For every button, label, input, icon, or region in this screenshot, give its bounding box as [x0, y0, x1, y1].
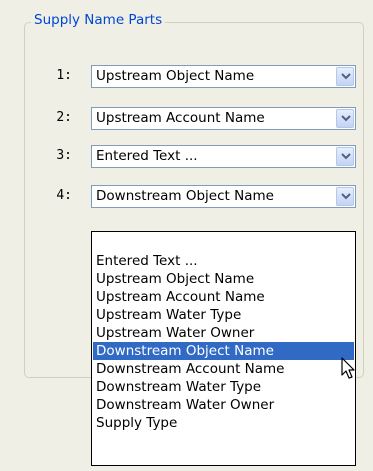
dropdown-option[interactable]: Entered Text ... — [93, 252, 354, 270]
dropdown-option[interactable]: Downstream Account Name — [93, 360, 354, 378]
row-number-1: 1: — [56, 68, 72, 83]
row-number-3: 3: — [56, 148, 72, 163]
row-number-2: 2: — [56, 110, 72, 125]
dropdown-option[interactable]: Upstream Water Owner — [93, 324, 354, 342]
dropdown-button-3[interactable] — [336, 147, 354, 166]
dropdown-option-selected[interactable]: Downstream Object Name — [93, 342, 354, 360]
name-part-4-value: Downstream Object Name — [96, 188, 274, 204]
chevron-down-icon — [341, 115, 351, 122]
name-part-3-combo[interactable]: Entered Text ... — [91, 145, 356, 168]
name-part-3-value: Entered Text ... — [96, 148, 198, 164]
chevron-down-icon — [341, 193, 351, 200]
dialog-panel: Supply Name Parts 1: Upstream Object Nam… — [0, 0, 373, 471]
mouse-pointer-icon — [341, 357, 355, 379]
dropdown-option[interactable]: Upstream Object Name — [93, 270, 354, 288]
name-part-2-combo[interactable]: Upstream Account Name — [91, 107, 356, 130]
dropdown-option[interactable]: Upstream Account Name — [93, 288, 354, 306]
dropdown-option[interactable]: Downstream Water Type — [93, 378, 354, 396]
dropdown-option-blank[interactable] — [93, 233, 354, 251]
name-part-4-combo[interactable]: Downstream Object Name — [91, 185, 356, 208]
group-title: Supply Name Parts — [31, 11, 166, 29]
dropdown-button-4[interactable] — [336, 187, 354, 206]
name-part-1-combo[interactable]: Upstream Object Name — [91, 65, 356, 88]
chevron-down-icon — [341, 73, 351, 80]
name-part-1-value: Upstream Object Name — [96, 68, 255, 84]
dropdown-button-2[interactable] — [336, 109, 354, 128]
chevron-down-icon — [341, 153, 351, 160]
dropdown-option[interactable]: Downstream Water Owner — [93, 396, 354, 414]
dropdown-option[interactable]: Supply Type — [93, 414, 354, 432]
dropdown-button-1[interactable] — [336, 67, 354, 86]
name-part-4-dropdown-list[interactable]: Entered Text ... Upstream Object Name Up… — [91, 231, 356, 466]
row-number-4: 4: — [56, 188, 72, 203]
name-part-2-value: Upstream Account Name — [96, 110, 265, 126]
dropdown-option[interactable]: Upstream Water Type — [93, 306, 354, 324]
